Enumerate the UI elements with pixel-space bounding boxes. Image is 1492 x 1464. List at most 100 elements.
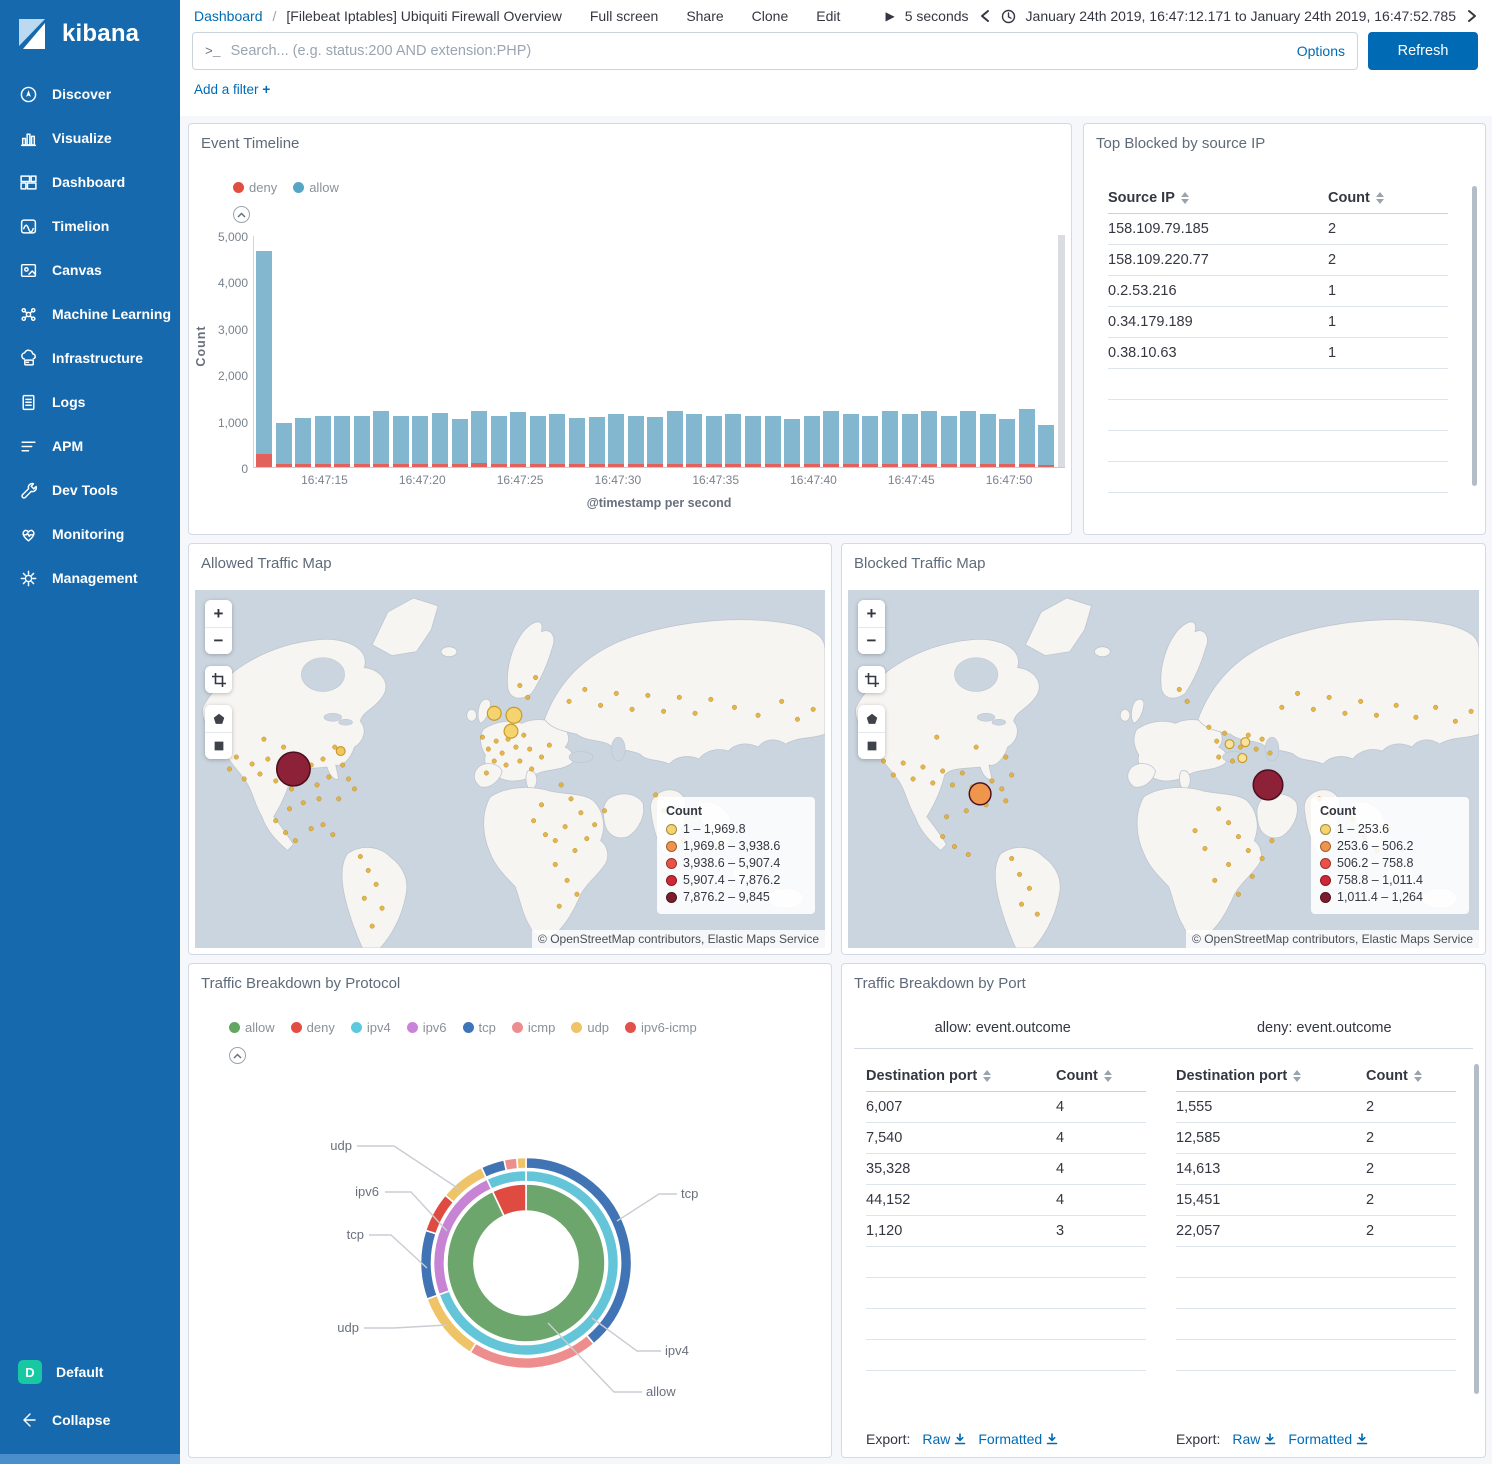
sort-icon[interactable] [1293, 1070, 1301, 1082]
timeline-bar[interactable] [295, 418, 311, 467]
menu-share[interactable]: Share [686, 8, 723, 24]
allowed-map[interactable]: + − Count 1 – 1,969.81,969.8 – 3,938.63,… [195, 590, 825, 948]
timeline-bar[interactable] [315, 416, 331, 467]
timeline-bar[interactable] [686, 414, 702, 467]
sidebar-item-management[interactable]: Management [0, 556, 180, 600]
sort-icon[interactable] [983, 1070, 991, 1082]
timeline-bar[interactable] [373, 411, 389, 467]
blocked-map[interactable]: + − Count 1 – 253.6253.6 – 506.2506.2 – … [848, 590, 1479, 948]
timeline-bar[interactable] [902, 414, 918, 467]
timeline-bar[interactable] [256, 251, 272, 467]
timeline-bar[interactable] [608, 414, 624, 467]
sidebar-item-monitoring[interactable]: Monitoring [0, 512, 180, 556]
timeline-bar[interactable] [452, 419, 468, 467]
sidebar-item-visualize[interactable]: Visualize [0, 116, 180, 160]
timeline-bar[interactable] [549, 414, 565, 467]
timeline-bar[interactable] [1019, 409, 1035, 467]
timeline-bar[interactable] [823, 411, 839, 467]
zoom-out-button[interactable]: − [858, 627, 885, 654]
options-link[interactable]: Options [1297, 43, 1345, 59]
export-formatted-link[interactable]: Formatted [1288, 1431, 1368, 1447]
play-icon[interactable]: ▶ [885, 9, 894, 23]
timeline-bar[interactable] [569, 418, 585, 467]
timeline-bar[interactable] [843, 414, 859, 467]
timeline-bar[interactable] [804, 416, 820, 467]
timeline-bar[interactable] [882, 411, 898, 467]
scrollbar[interactable] [1474, 1064, 1479, 1394]
sidebar-item-logs[interactable]: Logs [0, 380, 180, 424]
sidebar-item-machine-learning[interactable]: Machine Learning [0, 292, 180, 336]
timeline-bar[interactable] [471, 411, 487, 467]
zoom-out-button[interactable]: − [205, 627, 232, 654]
timeline-bar[interactable] [765, 416, 781, 467]
time-range[interactable]: January 24th 2019, 16:47:12.171 to Janua… [1026, 8, 1456, 24]
menu-clone[interactable]: Clone [752, 8, 789, 24]
menu-edit[interactable]: Edit [816, 8, 840, 24]
rectangle-select-button[interactable] [858, 732, 885, 759]
timeline-bar[interactable] [491, 416, 507, 467]
sort-icon[interactable] [1414, 1070, 1422, 1082]
sidebar-item-dashboard[interactable]: Dashboard [0, 160, 180, 204]
add-filter-link[interactable]: Add a filter + [194, 82, 270, 97]
sort-icon[interactable] [1104, 1070, 1112, 1082]
space-switcher[interactable]: D Default [0, 1352, 180, 1406]
timeline-bar[interactable] [980, 414, 996, 467]
timeline-bar[interactable] [510, 412, 526, 467]
kibana-logo[interactable]: kibana [0, 0, 180, 72]
export-raw-link[interactable]: Raw [1232, 1431, 1276, 1447]
sidebar-item-discover[interactable]: Discover [0, 72, 180, 116]
donut-segment-icmp[interactable] [504, 1158, 518, 1171]
polygon-select-button[interactable] [858, 705, 885, 732]
export-formatted-link[interactable]: Formatted [978, 1431, 1058, 1447]
timeline-bar[interactable] [862, 416, 878, 467]
timeline-bar[interactable] [412, 416, 428, 467]
timeline-bar[interactable] [354, 416, 370, 467]
collapse-button[interactable]: Collapse [0, 1406, 180, 1454]
search-box[interactable]: >_ Options [192, 32, 1358, 70]
export-raw-link[interactable]: Raw [922, 1431, 966, 1447]
timeline-bar[interactable] [941, 416, 957, 467]
sidebar-item-apm[interactable]: APM [0, 424, 180, 468]
zoom-in-button[interactable]: + [205, 600, 232, 627]
timeline-bar[interactable] [334, 416, 350, 467]
timeline-bar[interactable] [667, 411, 683, 467]
refresh-interval[interactable]: 5 seconds [905, 8, 969, 24]
polygon-select-button[interactable] [205, 705, 232, 732]
sidebar-item-canvas[interactable]: Canvas [0, 248, 180, 292]
sidebar-item-infrastructure[interactable]: Infrastructure [0, 336, 180, 380]
legend-item-deny[interactable]: deny [233, 180, 277, 195]
zoom-in-button[interactable]: + [858, 600, 885, 627]
sort-icon[interactable] [1376, 192, 1384, 204]
sidebar-item-dev-tools[interactable]: Dev Tools [0, 468, 180, 512]
timeline-bar[interactable] [999, 419, 1015, 467]
timeline-bar[interactable] [530, 416, 546, 467]
fit-bounds-button[interactable] [858, 666, 885, 693]
timeline-bar[interactable] [745, 416, 761, 467]
scrollbar[interactable] [1472, 186, 1477, 486]
timeline-bar[interactable] [706, 416, 722, 467]
legend-collapse-icon[interactable] [233, 206, 250, 223]
rectangle-select-button[interactable] [205, 732, 232, 759]
timeline-bar[interactable] [628, 416, 644, 467]
legend-item-allow[interactable]: allow [293, 180, 339, 195]
search-input[interactable] [231, 43, 1287, 59]
refresh-button[interactable]: Refresh [1368, 32, 1478, 70]
timeline-bar[interactable] [960, 411, 976, 467]
menu-full-screen[interactable]: Full screen [590, 8, 658, 24]
timeline-bar[interactable] [725, 414, 741, 467]
donut-segment-udp[interactable] [517, 1158, 526, 1169]
chevron-right-icon[interactable] [1466, 9, 1478, 23]
timeline-bar[interactable] [393, 416, 409, 467]
chevron-left-icon[interactable] [979, 9, 991, 23]
timeline-bar[interactable] [276, 423, 292, 467]
sort-icon[interactable] [1181, 192, 1189, 204]
fit-bounds-button[interactable] [205, 666, 232, 693]
timeline-bar[interactable] [432, 413, 448, 467]
sidebar-item-timelion[interactable]: Timelion [0, 204, 180, 248]
timeline-bar[interactable] [589, 417, 605, 467]
timeline-bar[interactable] [647, 417, 663, 467]
breadcrumb[interactable]: Dashboard [194, 8, 263, 24]
timeline-bar[interactable] [784, 419, 800, 467]
timeline-bar[interactable] [1038, 425, 1054, 467]
timeline-bar[interactable] [921, 411, 937, 467]
